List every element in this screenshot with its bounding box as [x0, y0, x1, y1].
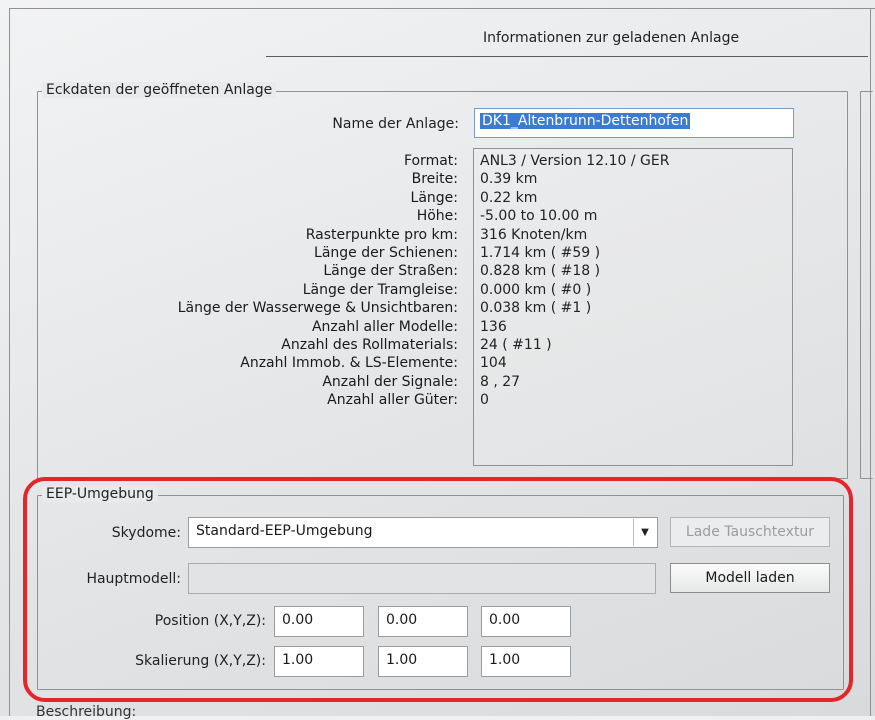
info-value: 1.714 km ( #59 ) [480, 244, 601, 261]
skalierung-y-input[interactable]: 1.00 [378, 646, 468, 677]
info-value: -5.00 to 10.00 m [480, 208, 598, 225]
position-label: Position (X,Y,Z): [154, 613, 266, 629]
frame-top [9, 8, 875, 9]
eep-legend: EEP-Umgebung [42, 486, 158, 502]
info-label: Anzahl des Rollmaterials: [281, 336, 458, 353]
info-value: 24 ( #11 ) [480, 336, 552, 353]
info-label: Breite: [411, 171, 458, 188]
chevron-down-icon[interactable]: ▼ [633, 519, 656, 546]
info-label: Länge der Wasserwege & Unsichtbaren: [177, 300, 458, 317]
info-label: Anzahl der Signale: [322, 373, 458, 390]
dialog-window: Informationen zur geladenen Anlage Eckda… [0, 0, 875, 720]
position-x-input[interactable]: 0.00 [274, 606, 364, 637]
info-value: 0 [480, 392, 489, 409]
section-title: Informationen zur geladenen Anlage [483, 30, 740, 46]
name-label: Name der Anlage: [332, 116, 459, 132]
modell-laden-button[interactable]: Modell laden [670, 563, 830, 593]
info-value: 0.000 km ( #0 ) [480, 281, 592, 298]
info-value: 136 [480, 318, 507, 335]
info-value: 0.038 km ( #1 ) [480, 300, 592, 317]
info-value: 0.828 km ( #18 ) [480, 263, 601, 280]
info-label: Anzahl aller Güter: [327, 392, 458, 409]
hauptmodell-field[interactable] [188, 563, 656, 594]
title-rule [266, 56, 868, 57]
info-value: ANL3 / Version 12.10 / GER [480, 153, 670, 169]
hauptmodell-label: Hauptmodell: [86, 571, 181, 587]
info-value: 104 [480, 355, 507, 372]
skydome-select[interactable]: Standard-EEP-Umgebung [188, 517, 658, 548]
skydome-value: Standard-EEP-Umgebung [196, 523, 373, 539]
name-value: DK1_Altenbrunn-Dettenhofen [480, 113, 691, 129]
info-label: Länge der Tramgleise: [302, 281, 458, 298]
info-value: 0.39 km [480, 171, 538, 188]
info-value: 0.22 km [480, 189, 538, 206]
info-label: Länge der Schienen: [314, 244, 458, 261]
side-group [860, 91, 873, 479]
frame-left [9, 8, 10, 716]
position-z-input[interactable]: 0.00 [481, 606, 571, 637]
info-label: Höhe: [416, 208, 458, 225]
beschreibung-label: Beschreibung: [36, 704, 137, 720]
position-y-input[interactable]: 0.00 [378, 606, 468, 637]
info-label: Format: [403, 153, 458, 169]
info-values: ANL3 / Version 12.10 / GER 0.39 km 0.22 … [480, 152, 669, 409]
name-input[interactable]: DK1_Altenbrunn-Dettenhofen [474, 108, 794, 138]
skydome-label: Skydome: [111, 525, 181, 541]
skalierung-x-input[interactable]: 1.00 [274, 646, 364, 677]
info-value: 316 Knoten/km [480, 226, 588, 243]
skalierung-label: Skalierung (X,Y,Z): [135, 653, 266, 669]
eckdaten-legend: Eckdaten der geöffneten Anlage [42, 82, 277, 98]
info-label: Länge der Straßen: [323, 263, 458, 280]
info-label: Länge: [410, 189, 458, 206]
info-labels: Format: Breite: Länge: Höhe: Rasterpunkt… [60, 152, 458, 409]
lade-tauschtextur-button[interactable]: Lade Tauschtextur [670, 517, 830, 547]
info-value: 8 , 27 [480, 373, 521, 390]
info-label: Rasterpunkte pro km: [305, 226, 458, 243]
info-label: Anzahl Immob. & LS-Elemente: [240, 355, 458, 372]
info-label: Anzahl aller Modelle: [311, 318, 458, 335]
skalierung-z-input[interactable]: 1.00 [481, 646, 571, 677]
